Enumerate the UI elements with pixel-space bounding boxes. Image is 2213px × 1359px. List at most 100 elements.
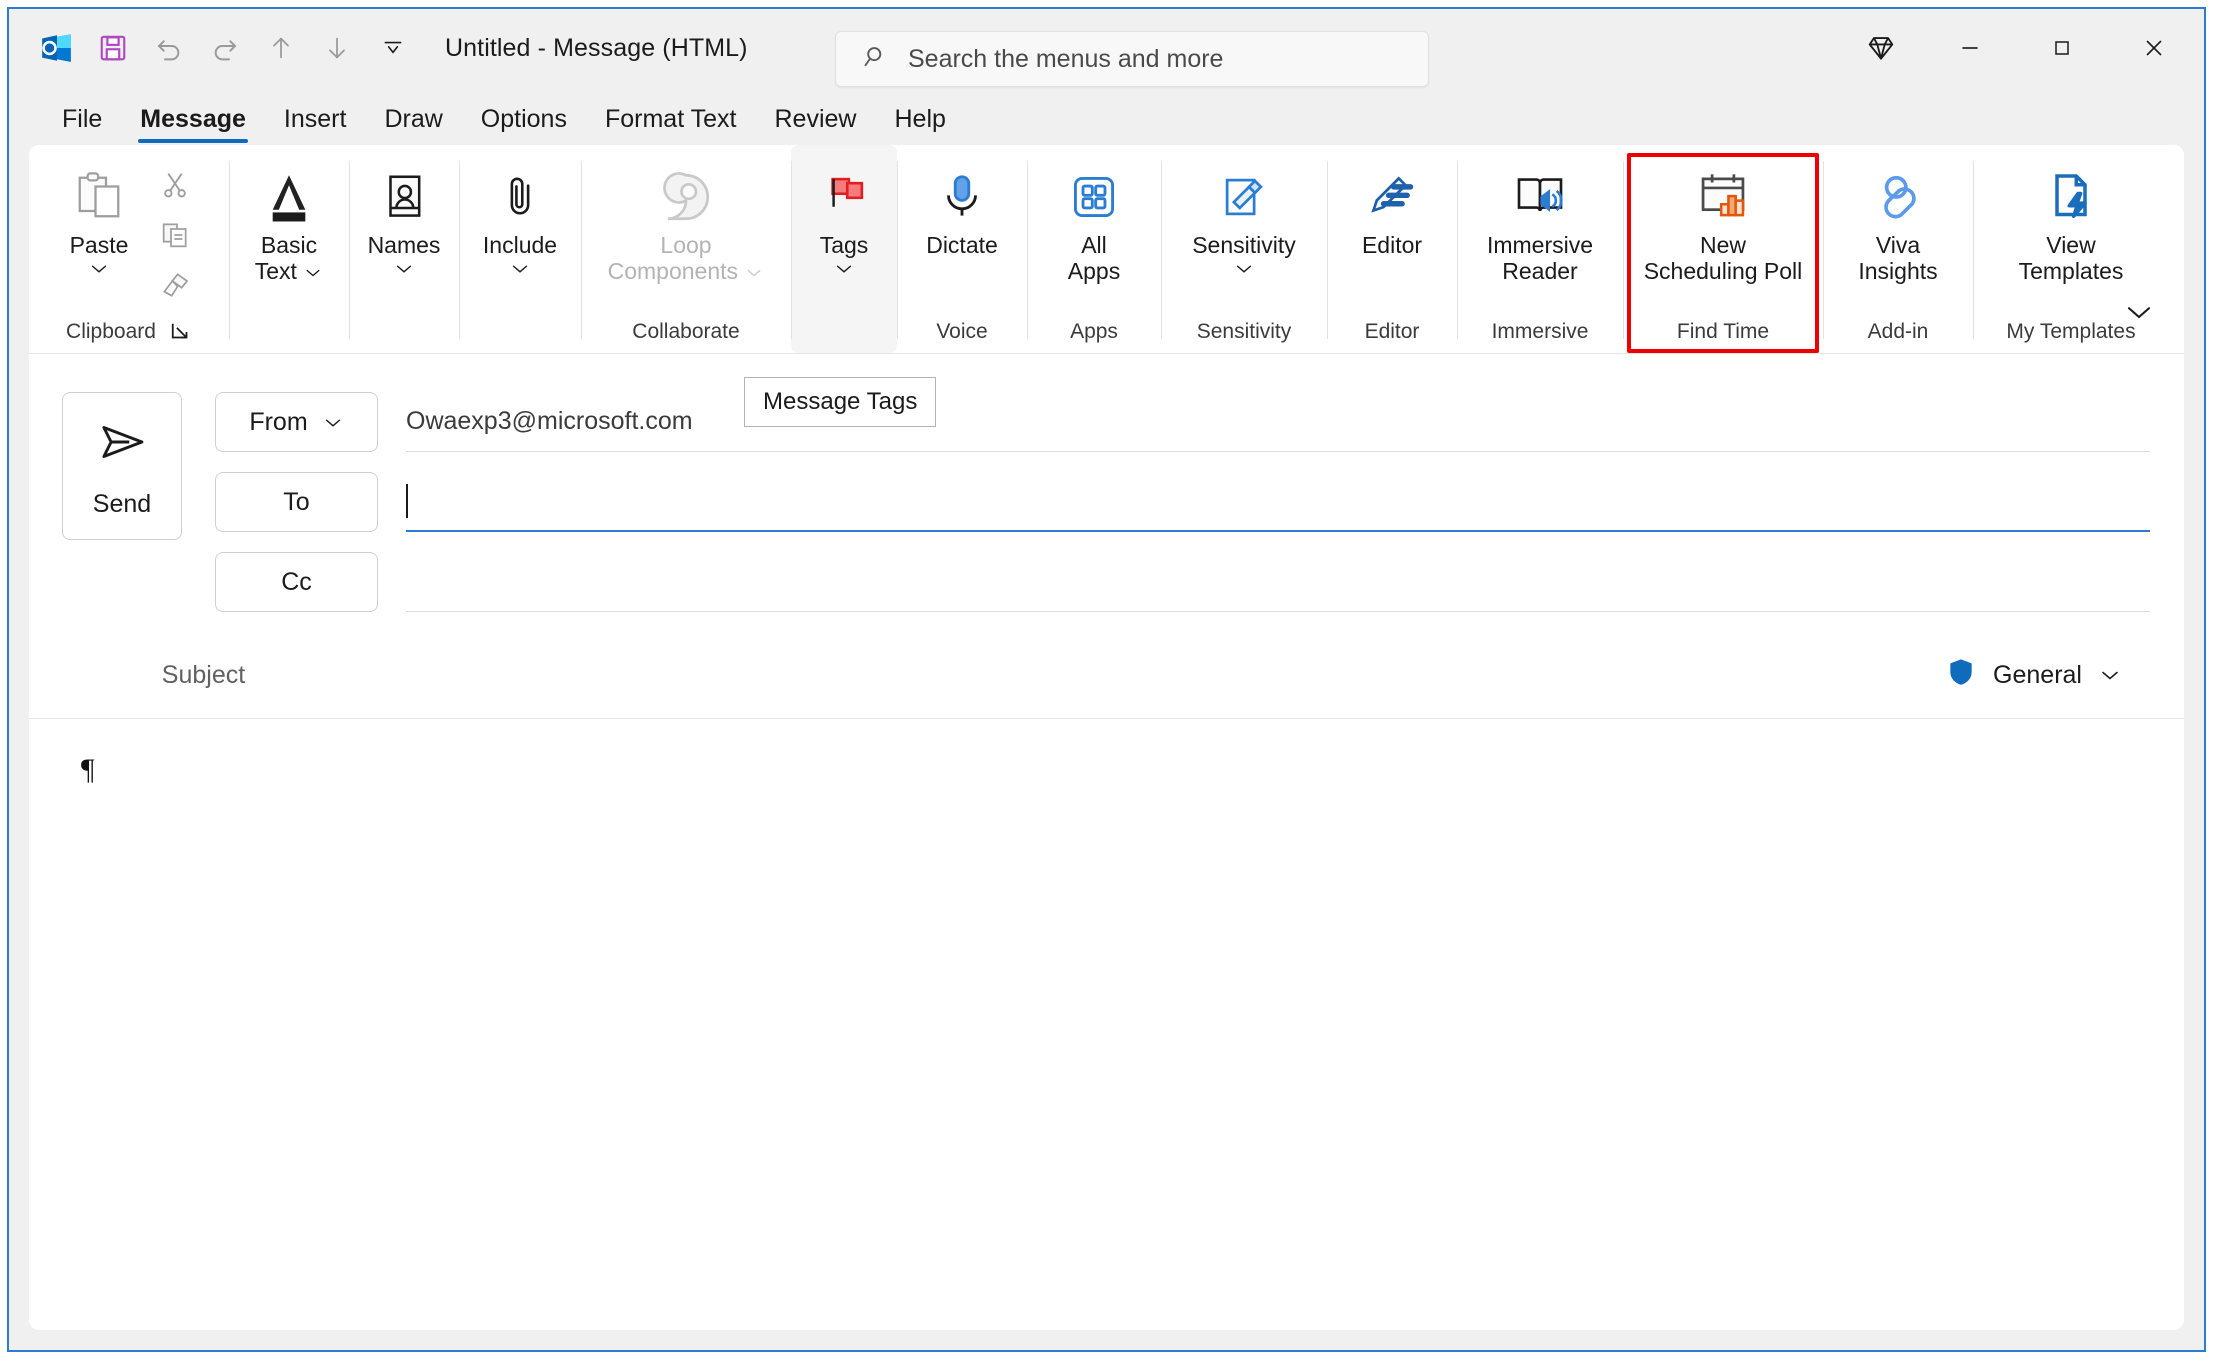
format-painter-button[interactable] bbox=[147, 263, 203, 311]
cc-button[interactable]: Cc bbox=[215, 552, 378, 612]
tab-draw[interactable]: Draw bbox=[365, 105, 461, 145]
to-button[interactable]: To bbox=[215, 472, 378, 532]
editor-label: Editor bbox=[1361, 232, 1423, 258]
tab-insert[interactable]: Insert bbox=[265, 105, 366, 145]
search-icon bbox=[862, 43, 890, 76]
collapse-ribbon-button[interactable] bbox=[2116, 291, 2162, 337]
copy-button[interactable] bbox=[147, 213, 203, 261]
tab-review[interactable]: Review bbox=[756, 105, 876, 145]
cc-label: Cc bbox=[281, 567, 312, 596]
from-value[interactable]: Owaexp3@microsoft.com bbox=[406, 392, 2150, 452]
sensitivity-badge[interactable]: General bbox=[1945, 656, 2122, 695]
message-body[interactable]: ¶ bbox=[29, 718, 2184, 1330]
title-bar: Untitled - Message (HTML) Search the men… bbox=[9, 9, 2204, 87]
all-apps-label: All Apps bbox=[1067, 232, 1121, 284]
ribbon: Paste Clipboard Basic Text Names Include… bbox=[29, 145, 2184, 353]
sensitivity-label-icon bbox=[1217, 165, 1271, 229]
close-button[interactable] bbox=[2108, 17, 2200, 79]
chevron-down-icon[interactable] bbox=[2098, 661, 2122, 690]
font-A-icon bbox=[260, 165, 318, 229]
ribbon-group-names: Names bbox=[349, 145, 459, 353]
include-button[interactable]: Include bbox=[473, 157, 567, 285]
cut-button[interactable] bbox=[147, 163, 203, 211]
scissors-icon bbox=[159, 169, 191, 206]
basic-text-label: Basic Text bbox=[255, 232, 324, 285]
customize-quick-access-toolbar-icon[interactable] bbox=[367, 22, 419, 74]
from-button[interactable]: From bbox=[215, 392, 378, 452]
send-button[interactable]: Send bbox=[62, 392, 182, 540]
chevron-down-icon bbox=[2124, 303, 2154, 326]
editor-button[interactable]: Editor bbox=[1349, 157, 1435, 263]
new-scheduling-poll-label: New Scheduling Poll bbox=[1643, 232, 1803, 284]
undo-icon[interactable] bbox=[143, 22, 195, 74]
sensitivity-badge-label: General bbox=[1993, 660, 2082, 689]
loop-icon bbox=[657, 165, 715, 229]
chevron-down-icon[interactable] bbox=[88, 262, 110, 281]
ribbon-group-label-basic-text bbox=[229, 311, 349, 353]
previous-item-icon[interactable] bbox=[255, 22, 307, 74]
tags-button[interactable]: Tags bbox=[801, 157, 887, 285]
sensitivity-button[interactable]: Sensitivity bbox=[1182, 157, 1306, 285]
ribbon-group-find-time: New Scheduling Poll Find Time bbox=[1623, 145, 1823, 353]
all-apps-button[interactable]: All Apps bbox=[1051, 157, 1137, 289]
cc-input[interactable] bbox=[406, 552, 2150, 612]
ribbon-group-label-tags bbox=[791, 311, 897, 353]
chevron-down-icon[interactable] bbox=[509, 262, 531, 281]
viva-insights-icon bbox=[1870, 165, 1926, 229]
new-scheduling-poll-button[interactable]: New Scheduling Poll bbox=[1634, 157, 1813, 289]
basic-text-button[interactable]: Basic Text bbox=[245, 157, 334, 289]
to-label: To bbox=[283, 487, 310, 516]
ribbon-tab-strip: File Message Insert Draw Options Format … bbox=[9, 87, 2204, 145]
maximize-button[interactable] bbox=[2016, 17, 2108, 79]
viva-insights-button[interactable]: Viva Insights bbox=[1848, 157, 1947, 289]
dictate-button[interactable]: Dictate bbox=[916, 157, 1008, 263]
ribbon-group-basic-text: Basic Text bbox=[229, 145, 349, 353]
tab-options[interactable]: Options bbox=[462, 105, 586, 145]
tab-message[interactable]: Message bbox=[121, 105, 265, 145]
ribbon-group-label-voice: Voice bbox=[936, 320, 988, 343]
ribbon-group-add-in: Viva Insights Add-in bbox=[1823, 145, 1973, 353]
grid-apps-icon bbox=[1067, 165, 1121, 229]
tab-help[interactable]: Help bbox=[875, 105, 964, 145]
tab-file[interactable]: File bbox=[43, 105, 121, 145]
chevron-down-icon bbox=[744, 258, 764, 284]
send-column: Send bbox=[29, 392, 215, 632]
minimize-button[interactable] bbox=[1924, 17, 2016, 79]
paste-icon bbox=[71, 165, 127, 229]
ribbon-group-editor: Editor Editor bbox=[1327, 145, 1457, 353]
ribbon-group-label-immersive: Immersive bbox=[1491, 320, 1589, 343]
diamond-icon[interactable] bbox=[1838, 17, 1924, 79]
quick-access-toolbar bbox=[31, 22, 419, 74]
include-label: Include bbox=[482, 232, 558, 258]
next-item-icon[interactable] bbox=[311, 22, 363, 74]
chevron-down-icon[interactable] bbox=[1233, 262, 1255, 281]
paste-button[interactable]: Paste bbox=[51, 157, 147, 285]
ribbon-group-label-collaborate: Collaborate bbox=[632, 320, 740, 343]
ribbon-group-apps: All Apps Apps bbox=[1027, 145, 1161, 353]
ribbon-group-include: Include bbox=[459, 145, 581, 353]
view-templates-button[interactable]: View Templates bbox=[2009, 157, 2134, 289]
immersive-reader-button[interactable]: Immersive Reader bbox=[1477, 157, 1603, 289]
outlook-app-icon[interactable] bbox=[31, 22, 83, 74]
chevron-down-icon[interactable] bbox=[393, 262, 415, 281]
book-speaker-icon bbox=[1512, 165, 1568, 229]
tab-format-text[interactable]: Format Text bbox=[586, 105, 756, 145]
search-box[interactable]: Search the menus and more bbox=[835, 31, 1429, 87]
save-icon[interactable] bbox=[87, 22, 139, 74]
ribbon-group-label-apps: Apps bbox=[1070, 320, 1118, 343]
names-button[interactable]: Names bbox=[358, 157, 451, 285]
clipboard-group-title: Clipboard bbox=[66, 320, 156, 343]
to-input[interactable] bbox=[406, 472, 2150, 532]
from-row: From Owaexp3@microsoft.com bbox=[215, 392, 2150, 472]
chevron-down-icon[interactable] bbox=[833, 262, 855, 281]
clipboard-dialog-launcher-icon[interactable] bbox=[170, 321, 192, 343]
cc-row: Cc bbox=[215, 552, 2150, 632]
subject-label: Subject bbox=[161, 660, 246, 689]
search-input-placeholder: Search the menus and more bbox=[908, 44, 1224, 73]
ribbon-group-label-names bbox=[349, 311, 459, 353]
dictate-label: Dictate bbox=[926, 232, 998, 258]
chevron-down-icon[interactable] bbox=[303, 258, 323, 284]
send-button-label: Send bbox=[92, 490, 152, 518]
redo-icon[interactable] bbox=[199, 22, 251, 74]
sensitivity-label: Sensitivity bbox=[1192, 232, 1296, 258]
